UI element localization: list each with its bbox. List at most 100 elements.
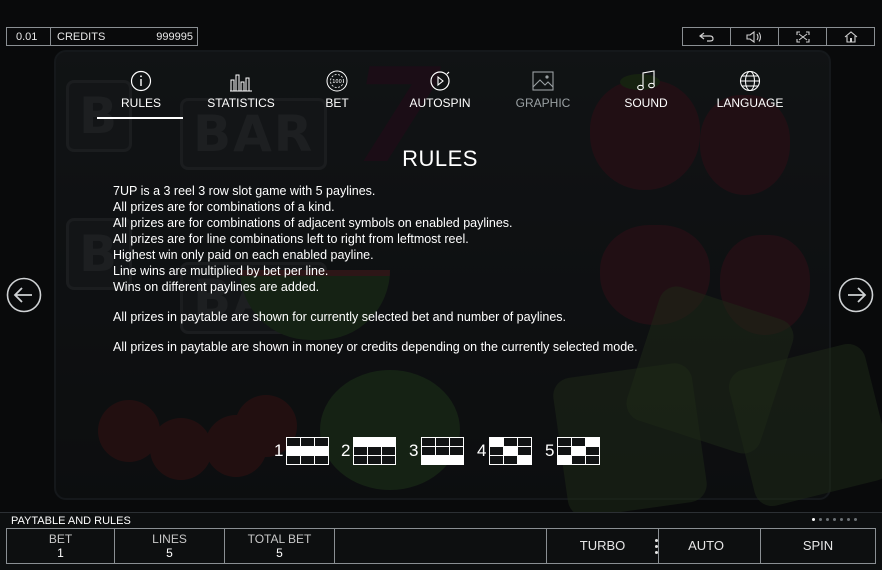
info-icon: [130, 70, 152, 92]
auto-button[interactable]: AUTO: [655, 529, 761, 563]
payline-cell-active: [315, 447, 329, 455]
page-dot[interactable]: [826, 518, 829, 521]
rule-line: Highest win only paid on each enabled pa…: [113, 248, 374, 262]
rule-note: All prizes in paytable are shown for cur…: [113, 310, 567, 324]
rule-line: Wins on different paylines are added.: [113, 280, 320, 294]
payline-number: 3: [409, 441, 419, 460]
home-button[interactable]: [827, 28, 874, 45]
payline-grid: [557, 437, 601, 465]
next-page-button[interactable]: [838, 277, 874, 313]
rule-line: All prizes are for line combinations lef…: [113, 232, 469, 246]
total-bet-value: 5: [276, 546, 283, 560]
turbo-button[interactable]: TURBO: [547, 529, 659, 563]
tab-sound[interactable]: SOUND: [617, 70, 675, 120]
payline-cell: [301, 438, 315, 446]
balance-panel: 0.01 CREDITS 999995: [6, 27, 198, 46]
payline-cell: [518, 447, 532, 455]
payline-cell: [382, 456, 396, 464]
payline-diagram: 4: [477, 437, 533, 465]
payline-cell: [558, 447, 572, 455]
coin-value: 0.01: [7, 28, 51, 45]
rules-text: 7UP is a 3 reel 3 row slot game with 5 p…: [113, 183, 753, 355]
payline-cell: [287, 438, 301, 446]
page-dot[interactable]: [840, 518, 843, 521]
payline-cell: [436, 447, 450, 455]
page-indicator: [812, 518, 857, 521]
page-dot[interactable]: [819, 518, 822, 521]
control-bar: BET 1 LINES 5 TOTAL BET 5 TURBO AUTO SPI…: [6, 528, 876, 564]
payline-cell: [586, 447, 600, 455]
spin-label: SPIN: [802, 538, 834, 553]
payline-cell: [504, 456, 518, 464]
total-bet-display: TOTAL BET 5: [225, 529, 335, 563]
page-dot[interactable]: [812, 518, 815, 521]
payline-number: 2: [341, 441, 351, 460]
tab-rules-label: RULES: [120, 96, 161, 110]
payline-cell: [301, 456, 315, 464]
payline-number: 4: [477, 441, 487, 460]
page-dot[interactable]: [833, 518, 836, 521]
bar-chart-icon: [230, 74, 252, 92]
auto-options-icon[interactable]: [655, 538, 658, 554]
spin-button[interactable]: SPIN: [761, 529, 875, 563]
prev-page-button[interactable]: [6, 277, 42, 313]
bet-label: BET: [48, 532, 73, 546]
image-icon: [532, 71, 554, 91]
lines-value: 5: [166, 546, 173, 560]
lines-control[interactable]: LINES 5: [115, 529, 225, 563]
tab-language[interactable]: LANGUAGE: [713, 70, 787, 120]
payline-cell-active: [558, 456, 572, 464]
rule-line: 7UP is a 3 reel 3 row slot game with 5 p…: [113, 184, 376, 198]
payline-cell: [572, 456, 586, 464]
sound-button[interactable]: [731, 28, 779, 45]
payline-cell: [490, 456, 504, 464]
music-note-icon: [637, 70, 655, 91]
tab-rules[interactable]: RULES: [100, 70, 182, 120]
payline-cell-active: [354, 438, 368, 446]
top-toolbar: [682, 27, 875, 46]
rule-line: Line wins are multiplied by bet per line…: [113, 264, 329, 278]
lines-label: LINES: [152, 532, 187, 546]
payline-cell: [287, 456, 301, 464]
tab-graphic[interactable]: GRAPHIC: [512, 70, 574, 120]
rules-title: RULES: [402, 146, 478, 171]
section-label: PAYTABLE AND RULES: [11, 515, 131, 527]
payline-cell: [490, 447, 504, 455]
globe-icon: [739, 70, 761, 92]
chip-icon: 100: [326, 70, 348, 92]
fullscreen-button[interactable]: [779, 28, 827, 45]
bet-control[interactable]: BET 1: [7, 529, 115, 563]
back-icon: [698, 32, 714, 42]
page-dot[interactable]: [854, 518, 857, 521]
tab-autospin-label: AUTOSPIN: [409, 96, 471, 110]
payline-cell-active: [436, 456, 450, 464]
tab-bet[interactable]: 100 BET: [312, 70, 362, 120]
payline-cell: [354, 447, 368, 455]
payline-grid: [421, 437, 465, 465]
payline-cell: [518, 438, 532, 446]
tab-statistics[interactable]: STATISTICS: [203, 70, 279, 120]
payline-cell-active: [301, 447, 315, 455]
auto-label: AUTO: [688, 538, 724, 553]
page-dot[interactable]: [847, 518, 850, 521]
tab-graphic-label: GRAPHIC: [515, 96, 571, 110]
tab-language-label: LANGUAGE: [716, 96, 784, 110]
sound-icon: [745, 30, 761, 43]
payline-number: 5: [545, 441, 555, 460]
fullscreen-icon: [795, 30, 810, 43]
tab-autospin[interactable]: AUTOSPIN: [405, 70, 475, 120]
payline-number: 1: [274, 441, 284, 460]
total-bet-label: TOTAL BET: [247, 532, 312, 546]
payline-cell-active: [518, 456, 532, 464]
back-button[interactable]: [683, 28, 731, 45]
payline-diagram: 3: [409, 437, 465, 465]
payline-grid: [286, 437, 330, 465]
rule-note: All prizes in paytable are shown in mone…: [113, 340, 638, 354]
payline-diagram: 1: [274, 437, 330, 465]
bet-value: 1: [57, 546, 64, 560]
payline-cell: [368, 456, 382, 464]
payline-cell: [354, 456, 368, 464]
payline-cell-active: [422, 456, 436, 464]
payline-cell-active: [504, 447, 518, 455]
home-icon: [844, 30, 857, 43]
